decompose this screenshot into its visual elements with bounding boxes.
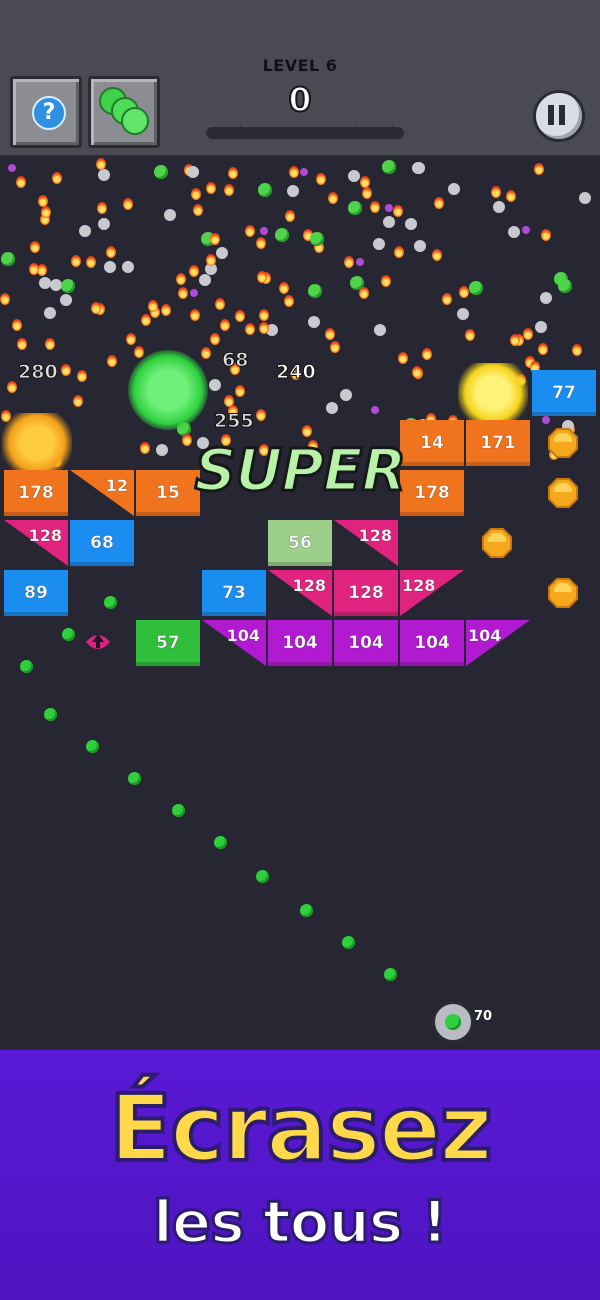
question-mark-icon: ? bbox=[32, 96, 66, 130]
pause-icon bbox=[548, 105, 554, 125]
aim-dot bbox=[300, 904, 313, 917]
aim-trajectory bbox=[0, 158, 600, 1050]
ball-launcher[interactable] bbox=[432, 1001, 474, 1043]
aim-dot bbox=[384, 968, 397, 981]
ball-count: 70 bbox=[474, 1009, 493, 1024]
progress-star-icon: ★ bbox=[232, 120, 250, 144]
playfield[interactable]: 77 14 171 178 12 15 178 128 68 56 128 89… bbox=[0, 158, 600, 1050]
progress-star-icon: ★ bbox=[346, 120, 364, 144]
aim-dot bbox=[128, 772, 141, 785]
aim-dot bbox=[104, 596, 117, 609]
launcher-ball bbox=[445, 1014, 461, 1030]
level-label: LEVEL 6 bbox=[262, 56, 338, 75]
aim-dot bbox=[62, 628, 75, 641]
aim-dot bbox=[214, 836, 227, 849]
aim-dot bbox=[172, 804, 185, 817]
promo-headline: Écrasez bbox=[107, 1073, 495, 1184]
aim-dot bbox=[342, 936, 355, 949]
level-progress-bar: ★ ★ ★ bbox=[206, 122, 404, 142]
aim-dot bbox=[44, 708, 57, 721]
help-button[interactable]: ? bbox=[10, 76, 82, 148]
aim-dot bbox=[86, 740, 99, 753]
score-counter: 0 bbox=[288, 79, 313, 120]
progress-star-icon: ★ bbox=[384, 120, 402, 144]
aim-dot bbox=[20, 660, 33, 673]
aim-dot bbox=[256, 870, 269, 883]
green-balls-icon bbox=[99, 87, 149, 137]
ball-skins-button[interactable] bbox=[88, 76, 160, 148]
pause-button[interactable] bbox=[533, 90, 585, 142]
promo-subline: les tous ! bbox=[152, 1187, 450, 1258]
